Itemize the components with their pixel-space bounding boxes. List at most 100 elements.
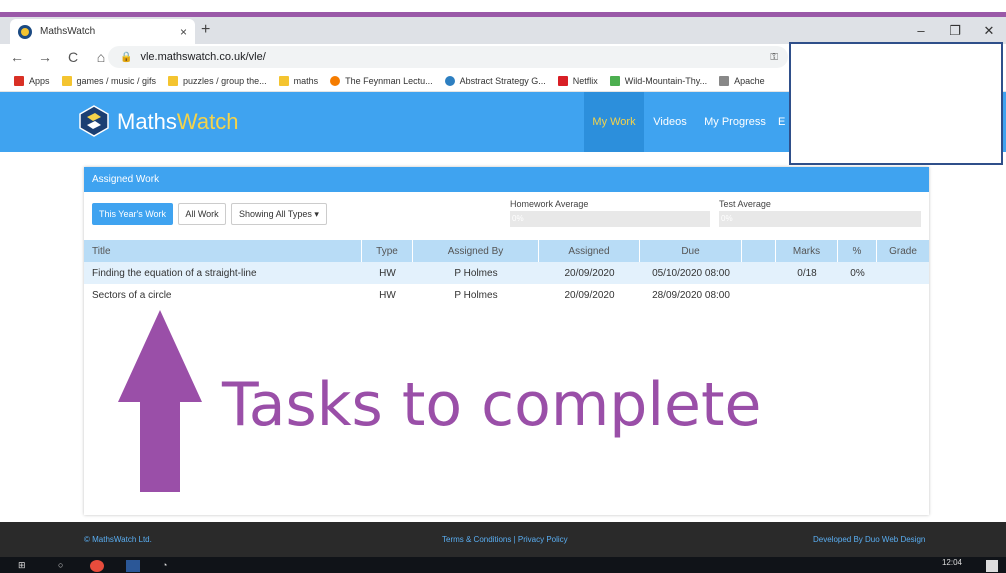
column-assigned[interactable]: Assigned <box>539 240 640 262</box>
nav-my-work[interactable]: My Work <box>584 92 644 152</box>
windows-start-icon[interactable]: ⊞ <box>18 560 26 572</box>
panel-title: Assigned Work <box>84 167 929 192</box>
word-icon[interactable] <box>126 560 140 572</box>
assigned-work-panel: Assigned Work This Year's Work All Work … <box>84 167 929 515</box>
site-brand[interactable]: MathsWatch <box>117 109 238 135</box>
column-percent[interactable]: % <box>838 240 877 262</box>
bookmark-link[interactable]: Wild-Mountain-Thy... <box>609 75 708 86</box>
forward-button[interactable]: → <box>34 49 56 65</box>
notifications-icon[interactable] <box>986 560 998 572</box>
address-bar[interactable]: 🔒 vle.mathswatch.co.uk/vle/ ⚿ <box>108 46 788 68</box>
close-window-button[interactable]: ✕ <box>972 17 1006 44</box>
bookmark-folder[interactable]: maths <box>278 75 319 86</box>
back-button[interactable]: ← <box>6 49 28 65</box>
type-filter-dropdown[interactable]: Showing All Types ▾ <box>231 203 327 225</box>
lock-icon: 🔒 <box>120 51 133 63</box>
bookmark-label: Apps <box>29 75 50 86</box>
cell-assigned-by: P Holmes <box>454 267 498 279</box>
mathswatch-logo-icon[interactable] <box>78 105 110 137</box>
browser-tab[interactable]: MathsWatch × <box>10 19 195 44</box>
new-tab-button[interactable]: + <box>201 21 210 39</box>
column-type[interactable]: Type <box>362 240 413 262</box>
bookmark-label: Abstract Strategy G... <box>459 75 546 86</box>
cell-type: HW <box>379 289 396 301</box>
bookmark-link[interactable]: Netflix <box>557 75 598 86</box>
cell-title[interactable]: Sectors of a circle <box>84 284 362 306</box>
column-grade[interactable]: Grade <box>877 240 929 262</box>
column-due[interactable]: Due <box>640 240 742 262</box>
table-row[interactable]: Finding the equation of a straight-line … <box>84 262 929 284</box>
column-title[interactable]: Title <box>84 240 362 262</box>
test-average-bar: 0% <box>719 211 921 227</box>
bookmark-label: Wild-Mountain-Thy... <box>624 75 708 86</box>
top-margin <box>0 0 1006 8</box>
apache-icon <box>719 75 730 86</box>
column-marks[interactable]: Marks <box>776 240 838 262</box>
minimize-button[interactable]: – <box>904 17 938 44</box>
bookmark-label: Apache <box>734 75 765 86</box>
clock[interactable]: 12:04 <box>942 558 962 567</box>
cell-title[interactable]: Finding the equation of a straight-line <box>84 262 362 284</box>
cell-grade <box>877 284 929 306</box>
this-year-button[interactable]: This Year's Work <box>92 203 173 225</box>
bookmark-link[interactable]: The Feynman Lectu... <box>330 75 433 86</box>
brand-watch: Watch <box>176 109 239 134</box>
folder-icon <box>168 75 179 86</box>
tab-title: MathsWatch <box>40 26 96 37</box>
footer-copyright: © MathsWatch Ltd. <box>84 535 152 544</box>
column-blank <box>742 240 776 262</box>
cell-blank <box>742 284 776 306</box>
reload-button[interactable]: C <box>62 49 84 65</box>
cell-percent <box>838 284 877 306</box>
apps-grid-icon <box>14 75 24 86</box>
annotation-arrow-icon <box>118 310 202 492</box>
footer-links[interactable]: Terms & Conditions | Privacy Policy <box>442 535 568 544</box>
folder-icon <box>278 75 289 86</box>
site-footer: © MathsWatch Ltd. Terms & Conditions | P… <box>0 522 1006 557</box>
cell-assigned: 20/09/2020 <box>564 267 615 279</box>
url-text: vle.mathswatch.co.uk/vle/ <box>140 51 266 63</box>
bookmark-link[interactable]: Abstract Strategy G... <box>444 75 546 86</box>
cell-assigned: 20/09/2020 <box>564 289 615 301</box>
browser-tab-bar: MathsWatch × + – ❐ ✕ <box>0 17 1006 44</box>
app-icon[interactable]: ◔ <box>162 560 167 572</box>
table-row[interactable]: Sectors of a circle HW P Holmes 20/09/20… <box>84 284 929 306</box>
chrome-icon[interactable] <box>90 560 104 572</box>
bookmark-folder[interactable]: puzzles / group the... <box>168 75 267 86</box>
restore-button[interactable]: ❐ <box>938 17 972 44</box>
annotation-text: Tasks to complete <box>222 370 762 440</box>
folder-icon <box>61 75 72 86</box>
windows-taskbar: ⊞ ○ ◔ 12:04 <box>0 557 1006 573</box>
cell-assigned-by: P Holmes <box>454 289 498 301</box>
close-tab-icon[interactable]: × <box>180 25 187 39</box>
cell-grade <box>877 262 929 284</box>
cell-marks: 0/18 <box>797 267 817 279</box>
screen: MathsWatch × + – ❐ ✕ ← → C ⌂ 🔒 vle.maths… <box>0 0 1006 573</box>
test-average-value: 0% <box>721 214 733 223</box>
column-assigned-by[interactable]: Assigned By <box>413 240 539 262</box>
all-work-button[interactable]: All Work <box>178 203 226 225</box>
homework-average-label: Homework Average <box>510 199 589 209</box>
search-icon[interactable]: ○ <box>58 560 63 572</box>
nav-partial[interactable]: E <box>778 92 788 152</box>
bookmark-folder[interactable]: games / music / gifs <box>61 75 157 86</box>
cell-blank <box>742 262 776 284</box>
cell-marks <box>776 284 838 306</box>
key-icon[interactable]: ⚿ <box>770 52 778 63</box>
window-controls: – ❐ ✕ <box>904 17 1006 44</box>
cell-due: 28/09/2020 08:00 <box>652 289 730 301</box>
nav-videos[interactable]: Videos <box>648 92 692 152</box>
bookmark-apps[interactable]: Apps <box>14 75 50 86</box>
cell-type: HW <box>379 267 396 279</box>
microsoft-icon <box>609 75 620 86</box>
test-average-label: Test Average <box>719 199 771 209</box>
bookmark-label: games / music / gifs <box>76 75 157 86</box>
netflix-icon <box>557 75 568 86</box>
footer-developer[interactable]: Developed By Duo Web Design <box>813 535 925 544</box>
nav-my-progress[interactable]: My Progress <box>700 92 770 152</box>
bookmark-label: maths <box>293 75 319 86</box>
cell-due: 05/10/2020 08:00 <box>652 267 730 279</box>
bookmark-label: The Feynman Lectu... <box>345 75 433 86</box>
bookmark-link[interactable]: Apache <box>719 75 765 86</box>
brand-maths: Maths <box>117 109 177 134</box>
